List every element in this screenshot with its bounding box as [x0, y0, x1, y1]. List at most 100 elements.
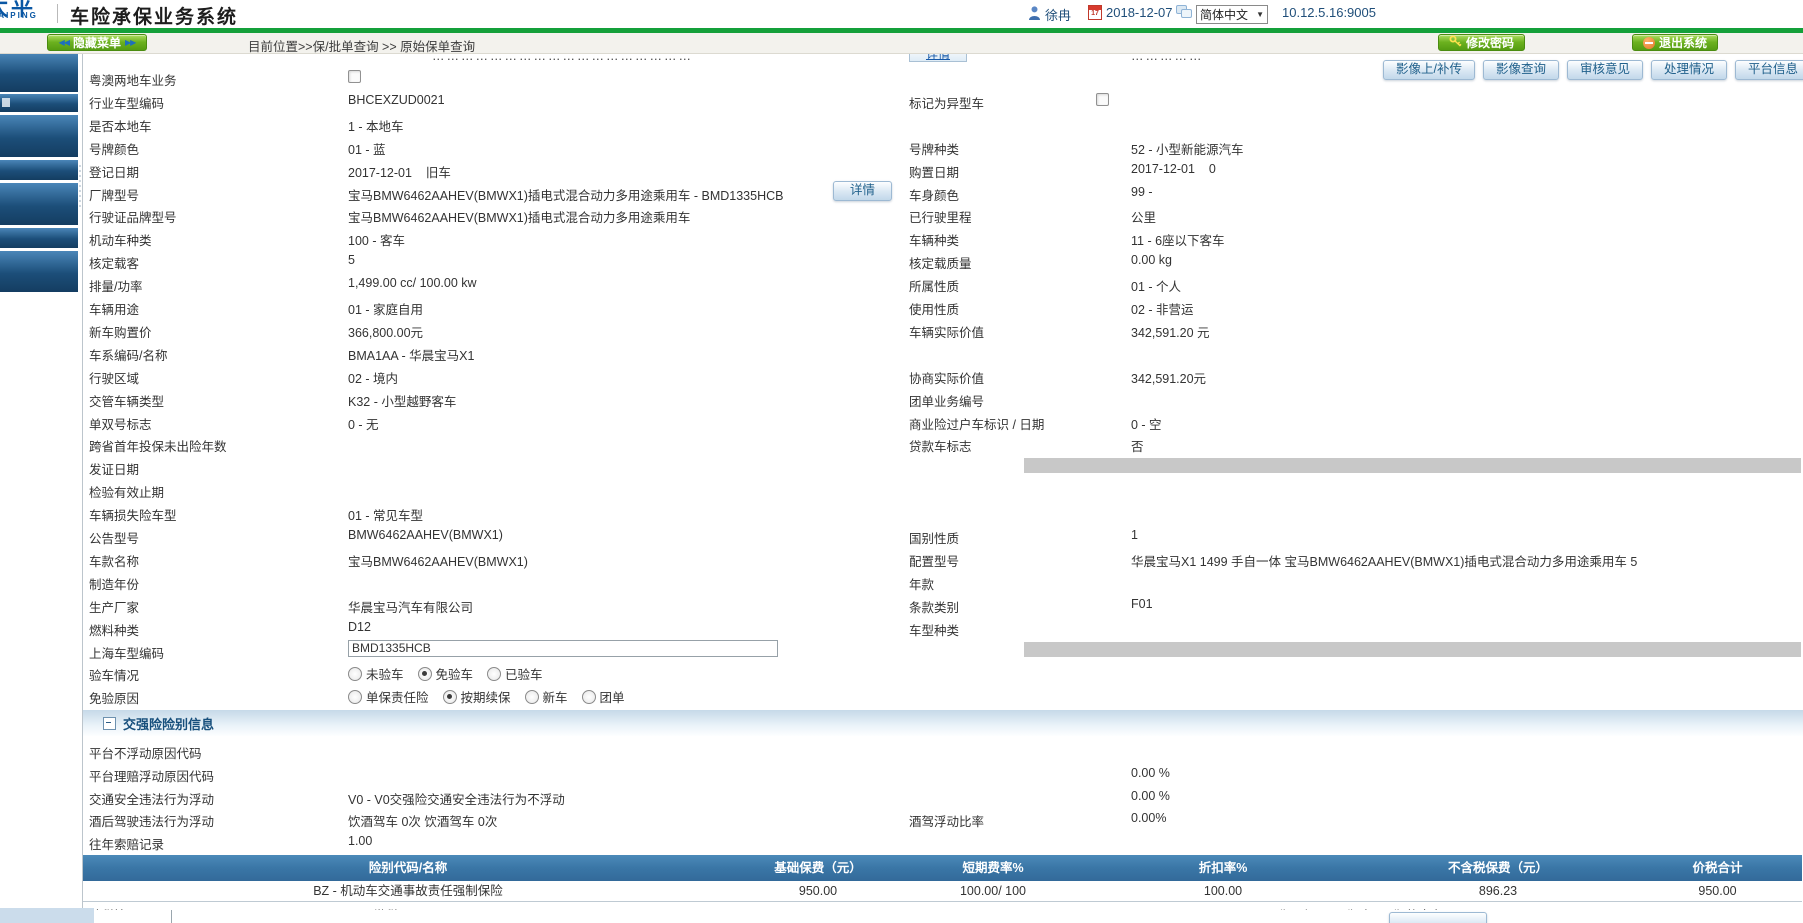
sidebar-menu-item[interactable] [0, 160, 78, 180]
radio-option[interactable] [348, 689, 362, 704]
table-cell: 100.00/ 100 [959, 884, 1027, 898]
field-label: 粤澳两地车业务 [89, 74, 177, 88]
field-value: 1 - 本地车 [348, 119, 404, 134]
radio-selected[interactable] [417, 666, 432, 681]
sidebar-menu-item[interactable] [0, 94, 78, 112]
form-row: 行业车型编码 BHCEXZUD0021 标记为异型车 [83, 89, 1801, 111]
table-header-cell: 险别代码/名称 [368, 861, 448, 875]
text-input[interactable] [348, 639, 778, 657]
checkbox[interactable] [1096, 92, 1109, 106]
field-label: 行驶区域 [89, 371, 140, 386]
field-value: D12 [348, 619, 371, 634]
hide-menu-button[interactable]: ◀◀ 隐藏菜单 ▶▶ [47, 34, 147, 51]
field-value: BMA1AA - 华晨宝马X1 [348, 348, 475, 363]
image-upload-button[interactable]: 影像上/补传 [1383, 60, 1475, 80]
logout-icon [1643, 36, 1655, 49]
chevron-down-icon: ▼ [1256, 10, 1264, 19]
radio-group: 未验车 免验车 已验车 [348, 664, 557, 683]
radio-selected[interactable] [442, 689, 457, 704]
clipped-button[interactable] [1389, 912, 1487, 923]
platform-info-button[interactable]: 平台信息 [1735, 60, 1803, 80]
field-value: 0.00% [1131, 811, 1167, 826]
field-label: 酒后驾驶违法行为浮动 [89, 815, 215, 830]
field-value: 01 - 个人 [1131, 280, 1182, 295]
field-label: 车辆实际价值 [909, 325, 985, 340]
field-value: 01 - 蓝 [348, 142, 386, 157]
field-label: 贷款车标志 [909, 440, 972, 455]
field-value: 52 - 小型新能源汽车 [1131, 142, 1244, 157]
audit-opinion-button[interactable]: 审核意见 [1567, 60, 1644, 80]
form-row: 跨省首年投保未出险年数 贷款车标志 否 [83, 432, 1801, 454]
form-row: 燃料种类 D12 车型种类 [83, 616, 1801, 638]
taiping-logo-text: TAIPING [0, 11, 38, 20]
field-label: 核定载客 [89, 257, 140, 272]
sidebar-menu-item[interactable] [0, 115, 78, 157]
field-label: 车辆用途 [89, 303, 140, 317]
premium-table-header: 险别代码/名称 基础保费（元） 短期费率% 折扣率% 不含税保费（元） 价税合计 [83, 855, 1802, 882]
form-row: 往年索赔记录 1.00 [83, 830, 1801, 852]
change-password-button[interactable]: 修改密码 [1438, 34, 1526, 51]
current-date: 2018-12-07 [1106, 5, 1173, 20]
collapse-icon[interactable] [103, 716, 116, 730]
radio-option[interactable] [524, 689, 539, 704]
radio-label: 已验车 [505, 668, 543, 683]
radio-option[interactable] [348, 666, 362, 681]
form-row: 上海车型编码 [83, 639, 1801, 661]
language-select[interactable]: 简体中文 ▼ [1196, 5, 1268, 24]
radio-label: 免验车 [435, 668, 474, 683]
field-value: F01 [1131, 596, 1153, 611]
page-title: 车险承保业务系统 [70, 7, 239, 28]
logout-button[interactable]: 退出系统 [1632, 34, 1719, 51]
form-row: 酒后驾驶违法行为浮动 饮酒驾车 0次 饮酒驾车 0次 酒驾浮动比率 0.00% [83, 807, 1801, 829]
field-label: 车型种类 [909, 623, 960, 638]
field-value: BMW6462AAHEV(BMWX1) [348, 528, 503, 542]
field-value: 2017-12-01 旧车 [348, 165, 451, 180]
hide-menu-label: 隐藏菜单 [72, 36, 121, 50]
table-header-cell: 短期费率% [962, 861, 1024, 875]
form-row: 单双号标志 0 - 无 商业险过户车标识 / 日期 0 - 空 [83, 410, 1801, 432]
checkbox[interactable] [348, 70, 361, 83]
form-row: 行驶证品牌型号 宝马BMW6462AAHEV(BMWX1)插电式混合动力多用途乘用… [83, 203, 1801, 225]
table-header-cell: 价税合计 [1692, 861, 1743, 875]
sidebar-menu-item[interactable] [0, 183, 78, 225]
field-value: K32 - 小型越野客车 [348, 394, 457, 409]
language-value: 简体中文 [1200, 8, 1249, 22]
detail-link-button[interactable]: 详情 [909, 53, 967, 62]
field-value: 宝马BMW6462AAHEV(BMWX1)插电式混合动力多用途乘用车 [348, 211, 691, 226]
image-query-button[interactable]: 影像查询 [1482, 60, 1559, 80]
sidebar-menu-item[interactable] [0, 228, 78, 248]
field-label: 行业车型编码 [89, 96, 165, 111]
table-header-cell: 基础保费（元） [774, 861, 862, 875]
detail-button[interactable]: 详情 [833, 180, 893, 201]
field-label: 是否本地车 [89, 119, 152, 134]
form-row: 公告型号 BMW6462AAHEV(BMWX1) 国别性质 1 [83, 524, 1801, 546]
table-header-cell: 不含税保费（元） [1447, 861, 1548, 875]
field-label: 交管车辆类型 [89, 394, 165, 409]
double-right-arrow-icon: ▶▶ [125, 38, 136, 47]
calendar-day: 17 [1091, 10, 1099, 17]
field-label: 排量/功率 [89, 280, 143, 295]
field-value: 0.00 % [1131, 765, 1170, 780]
field-value: 0.00 kg [1131, 253, 1173, 268]
field-label: 已行驶里程 [909, 211, 972, 226]
sidebar-menu-item[interactable] [0, 53, 78, 92]
field-value: 0 - 空 [1131, 417, 1162, 432]
scroll-dots [79, 165, 81, 210]
radio-option[interactable] [581, 689, 596, 704]
field-label: 登记日期 [89, 165, 140, 180]
sidebar-menu-item[interactable] [0, 251, 78, 292]
field-value: 342,591.20元 [1131, 371, 1207, 386]
field-label: 购置日期 [909, 165, 960, 180]
field-value: 01 - 家庭自用 [348, 303, 424, 317]
radio-option[interactable] [487, 666, 502, 681]
masked-value: …………… [1131, 53, 1204, 63]
logout-label: 退出系统 [1659, 36, 1708, 50]
change-password-label: 修改密码 [1466, 36, 1515, 50]
field-value: V0 - V0交强险交通安全违法行为不浮动 [348, 792, 565, 807]
field-value: 342,591.20 元 [1131, 325, 1210, 340]
field-label: 团单业务编号 [909, 394, 985, 409]
field-value: 99 - [1131, 184, 1153, 199]
handle-status-button[interactable]: 处理情况 [1651, 60, 1728, 80]
table-cell: 950.00 [1698, 884, 1737, 898]
form-row: 排量/功率 1,499.00 cc/ 100.00 kw 所属性质 01 - 个人 [83, 272, 1801, 294]
